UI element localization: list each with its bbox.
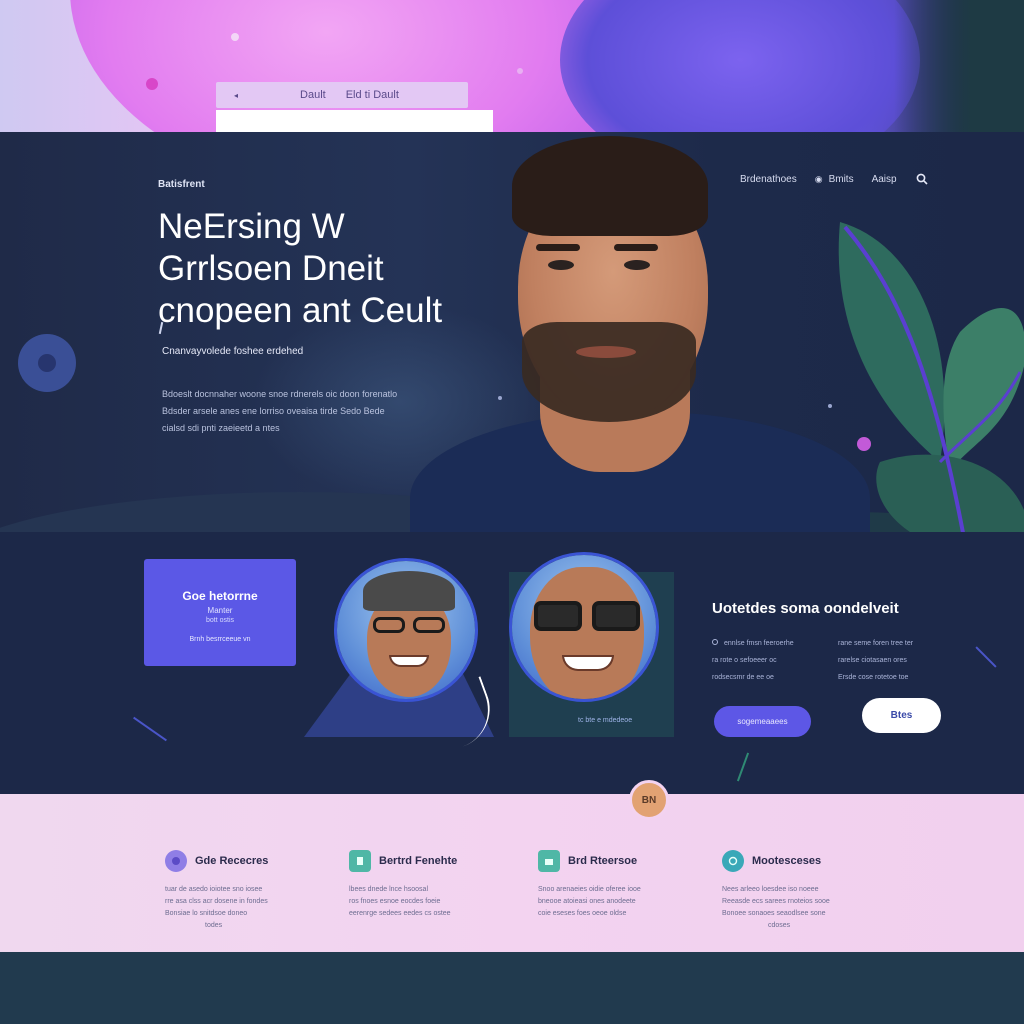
- avatar-head: [530, 567, 644, 699]
- portrait-mouth: [576, 346, 636, 358]
- section-text-line: rane seme foren tree ter: [838, 640, 914, 647]
- section-text-column: rane seme foren tree ter rarelse ciotasa…: [838, 635, 968, 686]
- browser-tab-bar[interactable]: ◂ Dault Eld ti Dault: [216, 82, 468, 108]
- feature-line: cdoses: [768, 922, 791, 929]
- portrait-brow: [536, 244, 580, 251]
- search-icon[interactable]: [915, 172, 929, 186]
- feature-description: tuar de asedo ioiotee sno iosee rre asa …: [165, 884, 325, 932]
- feature-item[interactable]: Bertrd Fenehte lbees dnede lnce hsoosal …: [349, 850, 509, 920]
- avatar-cap: [363, 571, 455, 611]
- circle-badge[interactable]: [18, 334, 76, 392]
- highlight-card-title: Goe hetorrne: [182, 589, 258, 603]
- primary-cta-button[interactable]: sogemeaaees: [714, 706, 811, 737]
- document-icon: [349, 850, 371, 872]
- sparkle-dot: [828, 404, 832, 408]
- portrait-brow: [614, 244, 658, 251]
- secondary-cta-button[interactable]: Btes: [862, 698, 941, 733]
- decorative-stroke: [133, 716, 167, 742]
- avatar-smile: [562, 655, 614, 671]
- feature-badge[interactable]: BN: [629, 780, 669, 820]
- section-text-line: ra rote o sefoeeer oc: [712, 657, 777, 664]
- footer: [0, 952, 1024, 1024]
- section-text-line: rodsecsmr de ee oe: [712, 674, 774, 681]
- avatar-caption: tc bte e mdedeoe: [578, 717, 633, 724]
- highlight-card-footer: Brnh besrrceeue vn: [189, 636, 251, 643]
- testimonial-section: Goe hetorrne Manter bott ostis Brnh besr…: [0, 532, 1024, 794]
- portrait-eye: [624, 260, 650, 270]
- avatar[interactable]: [509, 552, 659, 702]
- feature-title: Mootesceses: [752, 855, 822, 867]
- leaf-illustration: [838, 222, 1024, 532]
- feature-line: tuar de asedo ioiotee sno iosee: [165, 886, 263, 893]
- portrait-eye: [548, 260, 574, 270]
- features-section: BN Gde Rececres tuar de asedo ioiotee sn…: [0, 780, 1024, 952]
- feature-line: eerenrge sedees eedes cs ostee: [349, 910, 451, 917]
- feature-description: lbees dnede lnce hsoosal ros fnoes esnoe…: [349, 884, 509, 920]
- feature-line: Bonsiae lo snitdsoe doneo: [165, 910, 248, 917]
- dark-corner-decoration: [894, 0, 1024, 132]
- feature-title: Bertrd Fenehte: [379, 855, 458, 867]
- highlight-card-subtitle: bott ostis: [205, 617, 234, 624]
- section-text-line: Ersde cose rotetoe toe: [838, 674, 909, 681]
- feature-item[interactable]: Brd Rteersoe Snoo arenaeies oidie oferee…: [538, 850, 698, 920]
- avatar-glasses: [373, 617, 405, 633]
- hero-portrait-illustration: [410, 132, 870, 532]
- avatar[interactable]: [334, 558, 478, 702]
- avatar-smile: [389, 655, 429, 667]
- browser-window-body: [216, 110, 493, 132]
- feature-line: bneooe atoieasi ones anodeete: [538, 898, 636, 905]
- circle-badge-dot-icon: [38, 354, 56, 372]
- violet-blob-decoration: [560, 0, 920, 132]
- hero-body-line: Bdsder arsele anes ene lorriso oveaisa t…: [162, 406, 385, 416]
- nav-item[interactable]: Aaisp: [872, 174, 897, 185]
- hero-subtitle: Cnanvayvolede foshee erdehed: [162, 346, 304, 357]
- avatar-glasses: [534, 601, 582, 631]
- section-text-line: ennlse fmsn feeroerhe: [712, 635, 832, 652]
- feature-item[interactable]: Mootesceses Nees arleeo loesdee iso noee…: [722, 850, 882, 932]
- avatar-glasses: [413, 617, 445, 633]
- sparkle-dot: [857, 437, 871, 451]
- top-gradient-band: ◂ Dault Eld ti Dault: [0, 0, 1024, 132]
- hero-body-line: Bdoeslt docnnaher woone snoe rdnerels oi…: [162, 389, 398, 399]
- folder-icon: [538, 850, 560, 872]
- brand-logo-text[interactable]: Batisfrent: [158, 179, 205, 190]
- feature-description: Snoo arenaeies oidie oferee iooe bneooe …: [538, 884, 698, 920]
- chat-icon: [165, 850, 187, 872]
- portrait-hair: [512, 136, 708, 236]
- feature-line: Nees arleeo loesdee iso noeee: [722, 886, 819, 893]
- hero-body-text: Bdoeslt docnnaher woone snoe rdnerels oi…: [162, 386, 452, 437]
- sparkle-dot: [146, 78, 158, 90]
- feature-line: coie eseses foes oeoe oldse: [538, 910, 627, 917]
- feature-line: Snoo arenaeies oidie oferee iooe: [538, 886, 641, 893]
- feature-line: Reeasde ecs sarees rnoteios sooe: [722, 898, 830, 905]
- menu-icon[interactable]: ◂: [234, 91, 238, 100]
- section-text-column: ennlse fmsn feeroerhe ra rote o sefoeeer…: [712, 635, 832, 686]
- portrait-beard: [522, 322, 696, 422]
- browser-tab-label[interactable]: Dault: [300, 89, 326, 101]
- feature-title: Brd Rteersoe: [568, 855, 638, 867]
- browser-address[interactable]: Eld ti Dault: [346, 89, 399, 101]
- section-heading: Uotetdes soma oondelveit: [712, 600, 899, 617]
- section-text-line: rarelse ciotasaen ores: [838, 657, 907, 664]
- sparkle-dot: [517, 68, 523, 74]
- decorative-stroke: [975, 646, 997, 668]
- feature-item[interactable]: Gde Rececres tuar de asedo ioiotee sno i…: [165, 850, 325, 932]
- bullet-icon: [712, 639, 718, 645]
- feature-title: Gde Rececres: [195, 855, 269, 867]
- decorative-stroke: [736, 752, 750, 782]
- feature-line: Bonoee sonaoes seaodlsee sone: [722, 910, 826, 917]
- sparkle-dot: [498, 396, 502, 400]
- globe-icon: [722, 850, 744, 872]
- feature-description: Nees arleeo loesdee iso noeee Reeasde ec…: [722, 884, 882, 932]
- highlight-card[interactable]: Goe hetorrne Manter bott ostis Brnh besr…: [144, 559, 296, 666]
- feature-line: lbees dnede lnce hsoosal: [349, 886, 429, 893]
- hero-section: Batisfrent Brdenathoes ◉ Bmits Aaisp NeE…: [0, 132, 1024, 532]
- feature-line: rre asa clss acr dosene in fondes: [165, 898, 268, 905]
- feature-line: todes: [205, 922, 223, 929]
- avatar-glasses: [592, 601, 640, 631]
- feature-line: ros fnoes esnoe eocdes foeie: [349, 898, 441, 905]
- highlight-card-subtitle: Manter: [207, 606, 233, 615]
- hero-body-line: cialsd sdi pnti zaeieetd a ntes: [162, 423, 280, 433]
- sparkle-dot: [231, 33, 239, 41]
